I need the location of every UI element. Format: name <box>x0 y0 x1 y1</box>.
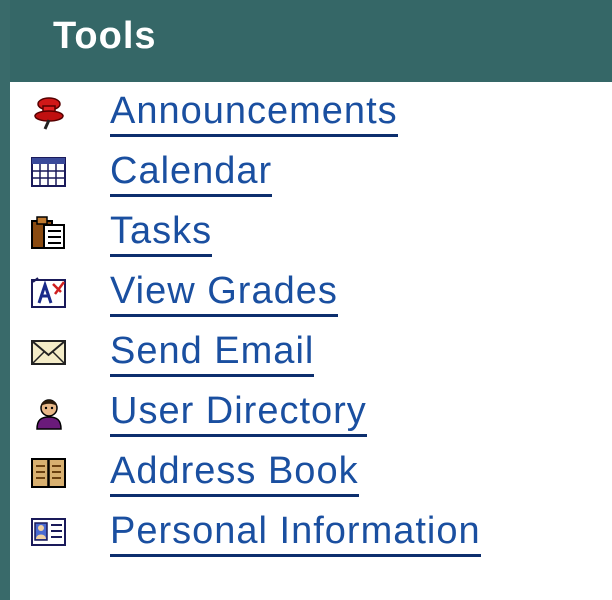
view-grades-link[interactable]: View Grades <box>110 268 338 317</box>
id-card-icon <box>31 516 67 548</box>
envelope-icon <box>31 336 67 368</box>
tool-item-announcements[interactable]: Announcements <box>10 84 612 142</box>
send-email-link[interactable]: Send Email <box>110 328 315 377</box>
tool-item-calendar[interactable]: Calendar <box>10 144 612 202</box>
grade-report-icon <box>31 276 67 308</box>
user-directory-link[interactable]: User Directory <box>110 388 367 437</box>
clipboard-icon <box>31 216 67 249</box>
user-icon <box>31 396 67 430</box>
address-book-link[interactable]: Address Book <box>110 448 359 497</box>
tool-item-view-grades[interactable]: View Grades <box>10 264 612 322</box>
address-book-icon <box>31 456 67 488</box>
tool-item-address-book[interactable]: Address Book <box>10 444 612 502</box>
calendar-link[interactable]: Calendar <box>110 148 273 197</box>
tool-item-personal-information[interactable]: Personal Information <box>10 504 612 562</box>
pushpin-icon <box>31 96 67 130</box>
panel-title: Tools <box>53 15 157 57</box>
tool-item-tasks[interactable]: Tasks <box>10 204 612 262</box>
announcements-link[interactable]: Announcements <box>110 88 398 137</box>
tasks-link[interactable]: Tasks <box>110 208 213 257</box>
calendar-icon <box>31 156 67 188</box>
tools-panel: Tools Announcements Calendar Tasks View … <box>0 0 612 600</box>
tool-item-send-email[interactable]: Send Email <box>10 324 612 382</box>
panel-header: Tools <box>10 0 612 82</box>
personal-information-link[interactable]: Personal Information <box>110 508 481 557</box>
tool-item-user-directory[interactable]: User Directory <box>10 384 612 442</box>
